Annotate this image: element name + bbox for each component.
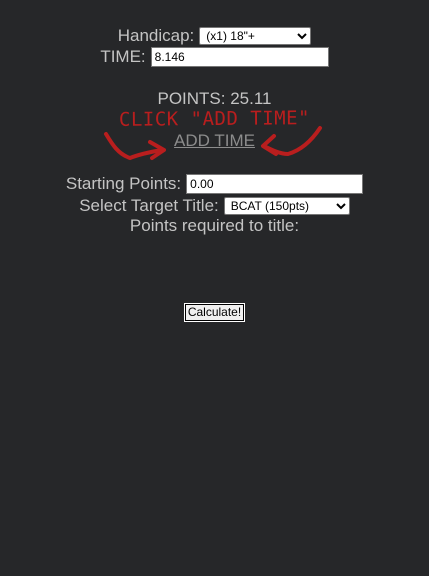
- time-label: TIME:: [100, 47, 146, 66]
- target-title-label: Select Target Title:: [79, 196, 219, 215]
- calculate-row: Calculate!: [0, 302, 429, 322]
- target-title-row: Select Target Title: BCAT (150pts): [0, 196, 429, 216]
- handicap-select[interactable]: (x1) 18"+: [199, 27, 312, 45]
- target-title-select[interactable]: BCAT (150pts): [223, 197, 350, 215]
- starting-points-input[interactable]: [186, 174, 364, 194]
- points-display: POINTS: 25.11: [157, 89, 272, 108]
- points-required-label: Points required to title:: [129, 216, 300, 235]
- handicap-row: Handicap: (x1) 18"+: [0, 26, 429, 46]
- time-row: TIME:: [0, 47, 429, 67]
- points-required-row: Points required to title:: [0, 216, 429, 236]
- add-time-row: ADD TIME: [0, 131, 429, 151]
- calculate-button[interactable]: Calculate!: [183, 302, 246, 322]
- click-add-time-hint: CLICK "ADD TIME": [118, 107, 311, 131]
- handicap-label: Handicap:: [117, 26, 195, 45]
- starting-points-row: Starting Points:: [0, 174, 429, 194]
- time-input[interactable]: [150, 47, 329, 67]
- starting-points-label: Starting Points:: [65, 174, 182, 193]
- add-time-link[interactable]: ADD TIME: [174, 131, 255, 151]
